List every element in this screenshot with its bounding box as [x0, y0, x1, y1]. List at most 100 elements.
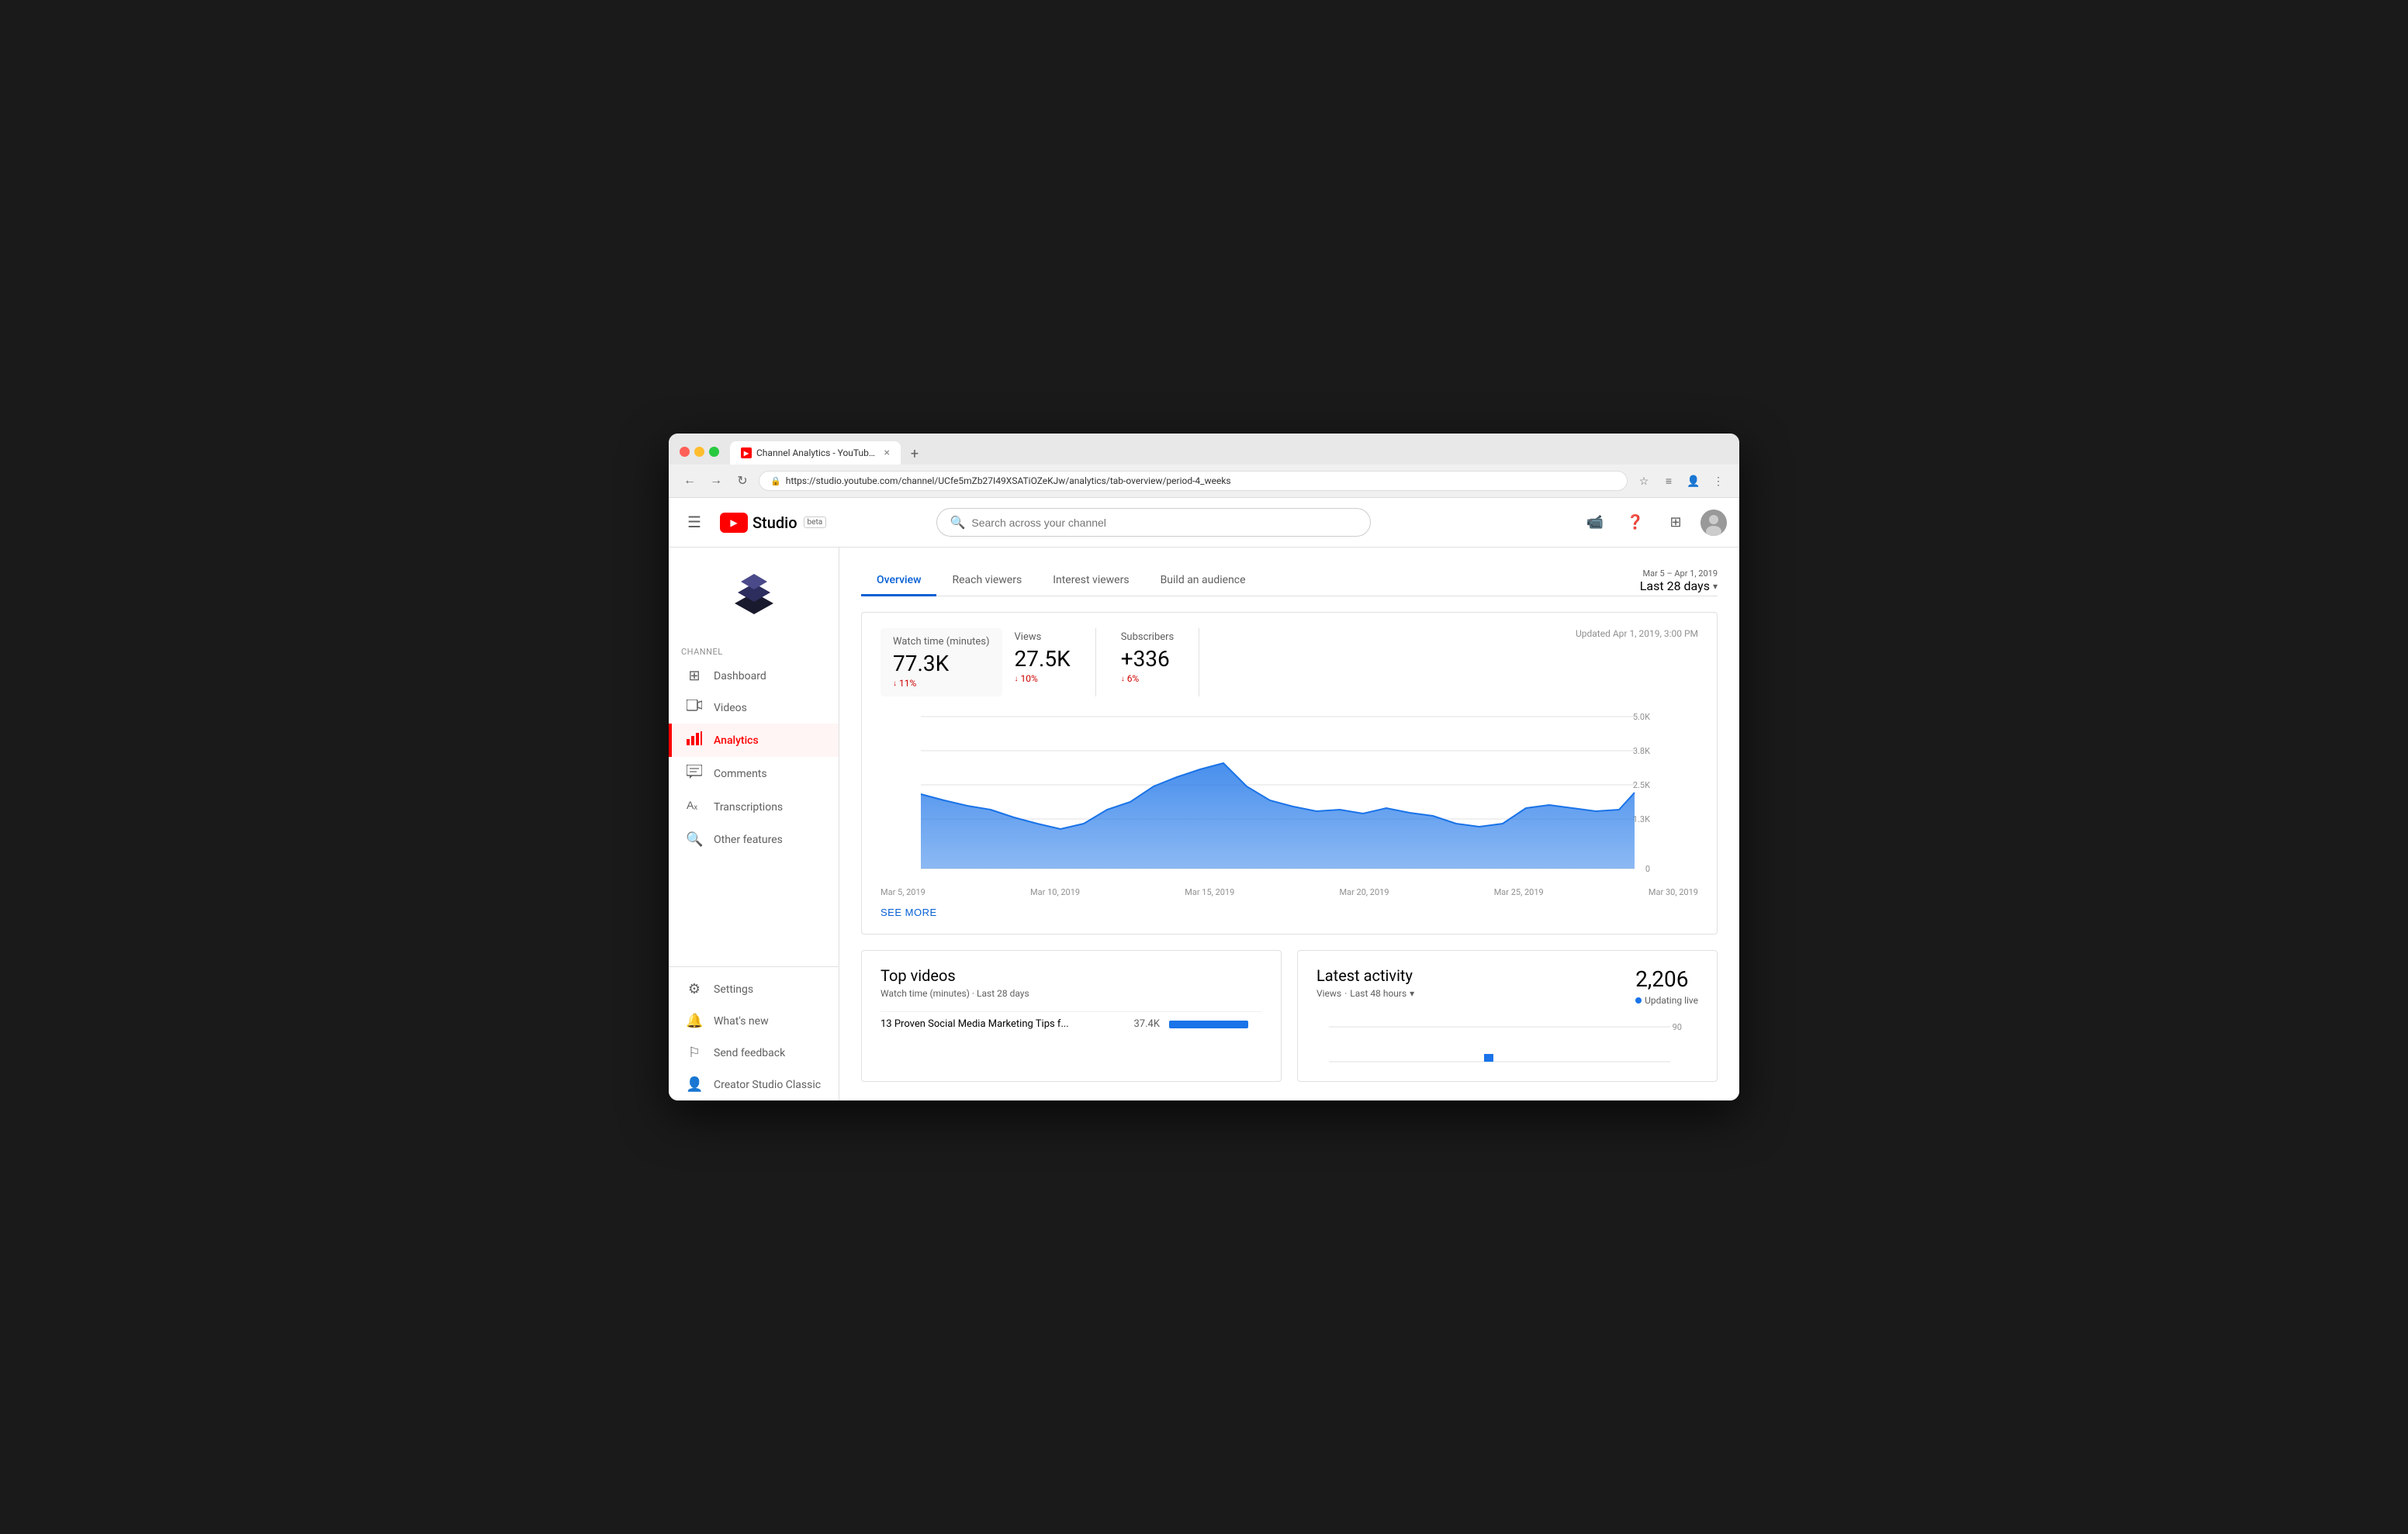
sidebar-item-dashboard[interactable]: ⊞ Dashboard [669, 660, 839, 692]
header-right: 📹 ❓ ⊞ [1579, 507, 1727, 538]
other-features-icon: 🔍 [686, 831, 703, 848]
activity-count: 2,206 [1635, 966, 1698, 992]
new-tab-button[interactable]: + [904, 443, 925, 465]
url-text: https://studio.youtube.com/channel/UCfe5… [786, 475, 1616, 486]
svg-text:3.8K: 3.8K [1633, 746, 1650, 756]
top-videos-card: Top videos Watch time (minutes) · Last 2… [861, 950, 1282, 1082]
menu-button[interactable]: ⋮ [1708, 471, 1728, 491]
sidebar-item-label: Transcriptions [714, 801, 783, 814]
stat-value: 77.3K [893, 651, 990, 676]
tab-close-button[interactable]: × [884, 447, 890, 459]
sidebar-item-other-features[interactable]: 🔍 Other features [669, 824, 839, 855]
svg-text:5.0K: 5.0K [1633, 712, 1650, 722]
bottom-cards: Top videos Watch time (minutes) · Last 2… [861, 950, 1718, 1082]
x-label: Mar 20, 2019 [1339, 887, 1389, 897]
x-label: Mar 5, 2019 [881, 887, 925, 897]
chart-svg: 5.0K 3.8K 2.5K 1.3K 0 [881, 709, 1698, 879]
sidebar-item-videos[interactable]: Videos [669, 692, 839, 724]
channel-logo[interactable] [719, 566, 789, 628]
activity-chart-area: 90 [1316, 1019, 1698, 1066]
transcriptions-icon: Aₓ [686, 798, 703, 816]
sidebar-item-analytics[interactable]: Analytics [669, 724, 839, 757]
video-bar-wrap [1169, 1021, 1262, 1028]
activity-chart-svg: 90 [1316, 1019, 1698, 1066]
svg-text:1.3K: 1.3K [1633, 814, 1650, 824]
studio-text: Studio [752, 513, 797, 532]
stat-value: 27.5K [1015, 646, 1071, 672]
forward-button[interactable]: → [706, 471, 726, 491]
see-more-button[interactable]: SEE MORE [881, 897, 937, 918]
dropdown-arrow-icon: ▾ [1410, 988, 1414, 999]
tab-reach-viewers[interactable]: Reach viewers [936, 566, 1037, 596]
analytics-tabs: Overview Reach viewers Interest viewers … [861, 566, 1718, 596]
stat-change: ↓ 11% [893, 678, 990, 689]
latest-activity-card: Latest activity Views · Last 48 hours ▾ … [1297, 950, 1718, 1082]
latest-activity-subtitle: Views · Last 48 hours ▾ [1316, 988, 1414, 999]
apps-button[interactable]: ⊞ [1660, 507, 1691, 538]
maximize-button[interactable] [709, 447, 719, 457]
back-button[interactable]: ← [680, 471, 700, 491]
create-video-button[interactable]: 📹 [1579, 507, 1611, 538]
stat-subscribers[interactable]: Subscribers +336 ↓ 6% [1121, 628, 1200, 696]
date-range-selector[interactable]: Mar 5 – Apr 1, 2019 Last 28 days ▾ [1640, 568, 1718, 593]
sidebar-item-comments[interactable]: Comments [669, 757, 839, 790]
sidebar: Channel ⊞ Dashboard Videos [669, 548, 839, 1100]
tab-build-audience[interactable]: Build an audience [1145, 566, 1261, 596]
svg-text:0: 0 [1645, 864, 1650, 874]
sidebar-item-send-feedback[interactable]: ⚐ Send feedback [669, 1037, 839, 1069]
x-label: Mar 10, 2019 [1030, 887, 1080, 897]
profile-button[interactable]: 👤 [1683, 471, 1704, 491]
activity-live: Updating live [1635, 995, 1698, 1006]
search-input[interactable] [971, 517, 1358, 529]
dropdown-arrow-icon: ▾ [1713, 581, 1718, 592]
tab-overview[interactable]: Overview [861, 566, 936, 596]
channel-logo-area [669, 548, 839, 637]
sidebar-item-whats-new[interactable]: 🔔 What's new [669, 1005, 839, 1037]
close-button[interactable] [680, 447, 690, 457]
studio-logo: Studio beta [720, 513, 826, 533]
youtube-logo-icon [720, 513, 748, 533]
activity-count-group: 2,206 Updating live [1635, 966, 1698, 1006]
active-tab[interactable]: ▶ Channel Analytics - YouTube S × [730, 441, 901, 465]
chart-x-labels: Mar 5, 2019 Mar 10, 2019 Mar 15, 2019 Ma… [881, 883, 1698, 897]
sidebar-item-creator-studio[interactable]: 👤 Creator Studio Classic [669, 1069, 839, 1100]
sidebar-item-label: Send feedback [714, 1047, 785, 1059]
hamburger-button[interactable]: ☰ [681, 506, 708, 538]
layers-button[interactable]: ≡ [1659, 471, 1679, 491]
stat-views[interactable]: Views 27.5K ↓ 10% [1015, 628, 1096, 696]
stat-change: ↓ 6% [1121, 673, 1175, 684]
top-videos-subtitle: Watch time (minutes) · Last 28 days [881, 988, 1262, 999]
content-area: Overview Reach viewers Interest viewers … [839, 548, 1739, 1100]
whats-new-icon: 🔔 [686, 1013, 703, 1029]
minimize-button[interactable] [694, 447, 704, 457]
svg-text:90: 90 [1673, 1022, 1682, 1032]
sidebar-nav: ⊞ Dashboard Videos Analytics [669, 660, 839, 960]
browser-toolbar: ← → ↻ 🔒 https://studio.youtube.com/chann… [669, 465, 1739, 498]
analytics-icon [686, 731, 703, 749]
stat-value: +336 [1121, 646, 1175, 672]
sidebar-item-transcriptions[interactable]: Aₓ Transcriptions [669, 790, 839, 824]
address-bar[interactable]: 🔒 https://studio.youtube.com/channel/UCf… [759, 471, 1628, 491]
dashboard-icon: ⊞ [686, 668, 703, 684]
sidebar-item-label: Videos [714, 702, 747, 714]
activity-header: Latest activity Views · Last 48 hours ▾ … [1316, 966, 1698, 1011]
stat-label: Subscribers [1121, 631, 1175, 643]
browser-window: ▶ Channel Analytics - YouTube S × + ← → … [669, 434, 1739, 1100]
svg-text:2.5K: 2.5K [1633, 780, 1650, 790]
browser-titlebar: ▶ Channel Analytics - YouTube S × + [669, 434, 1739, 465]
latest-activity-title: Latest activity [1316, 966, 1414, 985]
app-header: ☰ Studio beta 🔍 📹 ❓ ⊞ [669, 498, 1739, 548]
stat-watch-time[interactable]: Watch time (minutes) 77.3K ↓ 11% [881, 628, 1002, 696]
search-wrapper[interactable]: 🔍 [936, 508, 1371, 537]
help-button[interactable]: ❓ [1620, 507, 1651, 538]
svg-text:Aₓ: Aₓ [687, 799, 697, 811]
user-avatar[interactable] [1700, 510, 1727, 536]
reload-button[interactable]: ↻ [732, 471, 752, 491]
tab-interest-viewers[interactable]: Interest viewers [1037, 566, 1144, 596]
sidebar-item-label: Analytics [714, 734, 759, 747]
tab-favicon: ▶ [741, 447, 752, 458]
bookmark-button[interactable]: ☆ [1634, 471, 1654, 491]
header-search: 🔍 [936, 508, 1371, 537]
date-range-period: Mar 5 – Apr 1, 2019 [1642, 568, 1718, 579]
sidebar-item-settings[interactable]: ⚙ Settings [669, 973, 839, 1005]
